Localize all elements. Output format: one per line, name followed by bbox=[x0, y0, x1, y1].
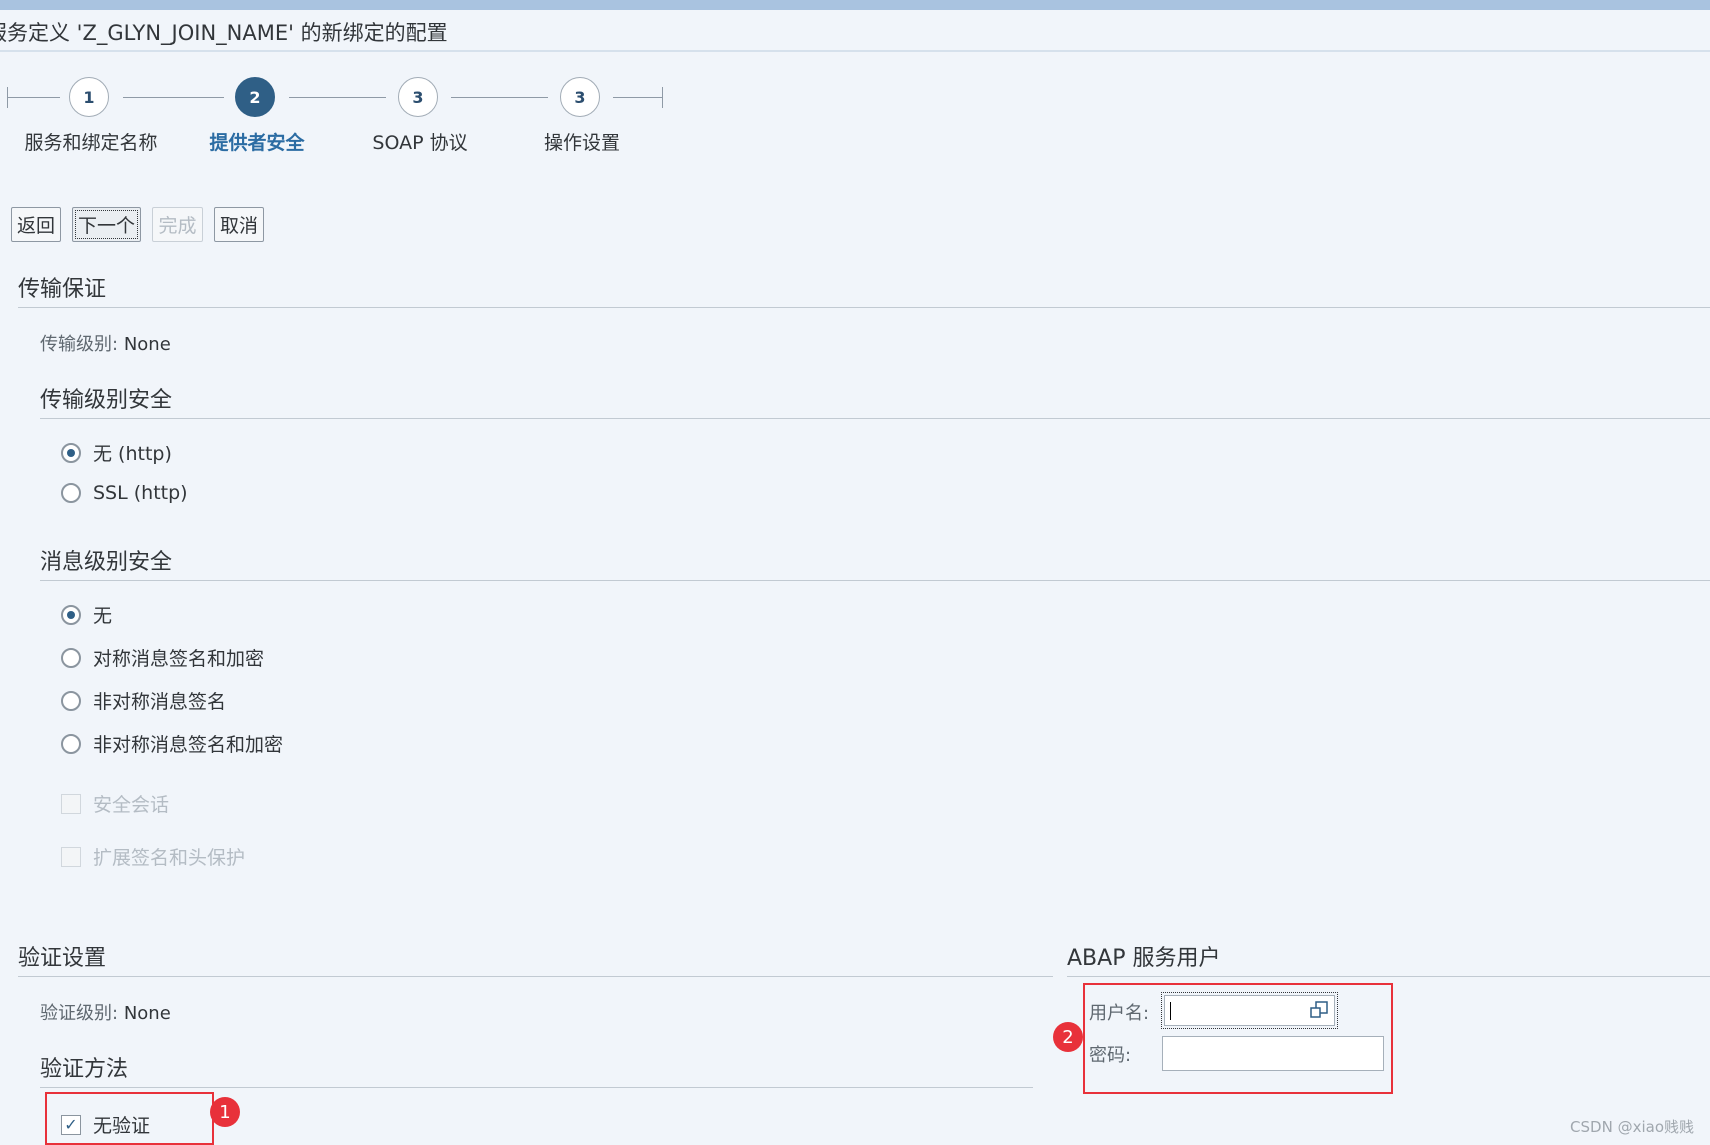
title-divider bbox=[0, 50, 1710, 52]
step-4-circle[interactable]: 3 bbox=[560, 77, 600, 117]
checkbox-secure-session: 安全会话 bbox=[61, 790, 169, 817]
message-security-heading: 消息级别安全 bbox=[40, 550, 173, 575]
transport-level-label: 传输级别: bbox=[40, 334, 119, 355]
radio-message-symmetric-sign-encrypt[interactable]: 对称消息签名和加密 bbox=[61, 644, 264, 671]
step-1-circle[interactable]: 1 bbox=[69, 77, 109, 117]
radio-unselected-icon[interactable] bbox=[61, 733, 81, 754]
radio-transport-none[interactable]: 无 (http) bbox=[61, 439, 172, 466]
radio-unselected-icon[interactable] bbox=[61, 647, 81, 668]
password-label: 密码: bbox=[1089, 1045, 1132, 1066]
radio-transport-ssl[interactable]: SSL (http) bbox=[61, 482, 188, 504]
radio-symmetric-label: 对称消息签名和加密 bbox=[93, 648, 265, 670]
transport-heading: 传输保证 bbox=[18, 277, 107, 302]
radio-asymmetric-sign-encrypt-label: 非对称消息签名和加密 bbox=[93, 734, 284, 756]
roadmap-line bbox=[7, 97, 60, 98]
roadmap-line bbox=[123, 97, 224, 98]
checkbox-disabled-icon bbox=[61, 846, 81, 867]
page-title: 服务定义 'Z_GLYN_JOIN_NAME' 的新绑定的配置 bbox=[0, 21, 448, 45]
step-3-label[interactable]: SOAP 协议 bbox=[330, 128, 510, 155]
radio-message-asymmetric-sign[interactable]: 非对称消息签名 bbox=[61, 687, 226, 714]
transport-security-heading: 传输级别安全 bbox=[40, 388, 173, 413]
step-1-label[interactable]: 服务和绑定名称 bbox=[1, 128, 181, 155]
abap-user-heading: ABAP 服务用户 bbox=[1067, 946, 1221, 971]
roadmap-line bbox=[613, 97, 662, 98]
section-divider bbox=[40, 418, 1710, 419]
auth-level-label: 验证级别: bbox=[40, 1003, 119, 1024]
radio-message-none[interactable]: 无 bbox=[61, 601, 112, 628]
radio-asymmetric-sign-label: 非对称消息签名 bbox=[93, 691, 227, 713]
secure-session-label: 安全会话 bbox=[93, 794, 170, 816]
watermark: CSDN @xiao贱贱 bbox=[1570, 1118, 1694, 1136]
text-caret bbox=[1170, 1002, 1171, 1020]
extended-signature-label: 扩展签名和头保护 bbox=[93, 847, 246, 869]
next-button[interactable]: 下一个 bbox=[72, 207, 141, 242]
auth-settings-heading: 验证设置 bbox=[18, 946, 107, 971]
value-help-icon[interactable] bbox=[1310, 1001, 1328, 1019]
transport-level-value: None bbox=[123, 334, 171, 355]
back-button[interactable]: 返回 bbox=[11, 207, 61, 242]
section-divider bbox=[40, 1087, 1033, 1088]
radio-selected-icon[interactable] bbox=[61, 442, 81, 463]
radio-message-none-label: 无 bbox=[93, 605, 113, 627]
auth-method-heading: 验证方法 bbox=[40, 1057, 129, 1082]
annotation-marker-2: 2 bbox=[1053, 1022, 1083, 1052]
step-2-circle[interactable]: 2 bbox=[235, 77, 275, 117]
step-4-label[interactable]: 操作设置 bbox=[492, 128, 672, 155]
username-label: 用户名: bbox=[1089, 1003, 1150, 1024]
step-3-circle[interactable]: 3 bbox=[398, 77, 438, 117]
radio-transport-ssl-label: SSL (http) bbox=[93, 482, 188, 504]
radio-message-asymmetric-sign-encrypt[interactable]: 非对称消息签名和加密 bbox=[61, 730, 283, 757]
radio-selected-icon[interactable] bbox=[61, 604, 81, 625]
top-bar bbox=[0, 0, 1710, 10]
roadmap-line bbox=[451, 97, 548, 98]
password-input[interactable] bbox=[1162, 1036, 1384, 1071]
radio-unselected-icon[interactable] bbox=[61, 483, 81, 503]
auth-level-info: 验证级别: None bbox=[40, 999, 171, 1025]
username-input[interactable] bbox=[1161, 992, 1338, 1029]
radio-unselected-icon[interactable] bbox=[61, 690, 81, 711]
section-divider bbox=[40, 580, 1710, 581]
cancel-button[interactable]: 取消 bbox=[214, 207, 264, 242]
transport-level-info: 传输级别: None bbox=[40, 330, 171, 356]
roadmap-end-cap bbox=[662, 87, 663, 108]
section-divider bbox=[1067, 976, 1710, 977]
annotation-marker-1: 1 bbox=[210, 1097, 240, 1127]
radio-transport-none-label: 无 (http) bbox=[93, 443, 172, 465]
auth-level-value: None bbox=[123, 1003, 171, 1024]
highlight-box-no-auth bbox=[45, 1092, 214, 1145]
roadmap-line bbox=[289, 97, 386, 98]
checkbox-extended-signature: 扩展签名和头保护 bbox=[61, 843, 245, 870]
section-divider bbox=[18, 976, 1053, 977]
section-divider bbox=[18, 307, 1710, 308]
finish-button[interactable]: 完成 bbox=[152, 207, 203, 242]
checkbox-disabled-icon bbox=[61, 793, 81, 814]
step-2-label[interactable]: 提供者安全 bbox=[167, 128, 347, 155]
